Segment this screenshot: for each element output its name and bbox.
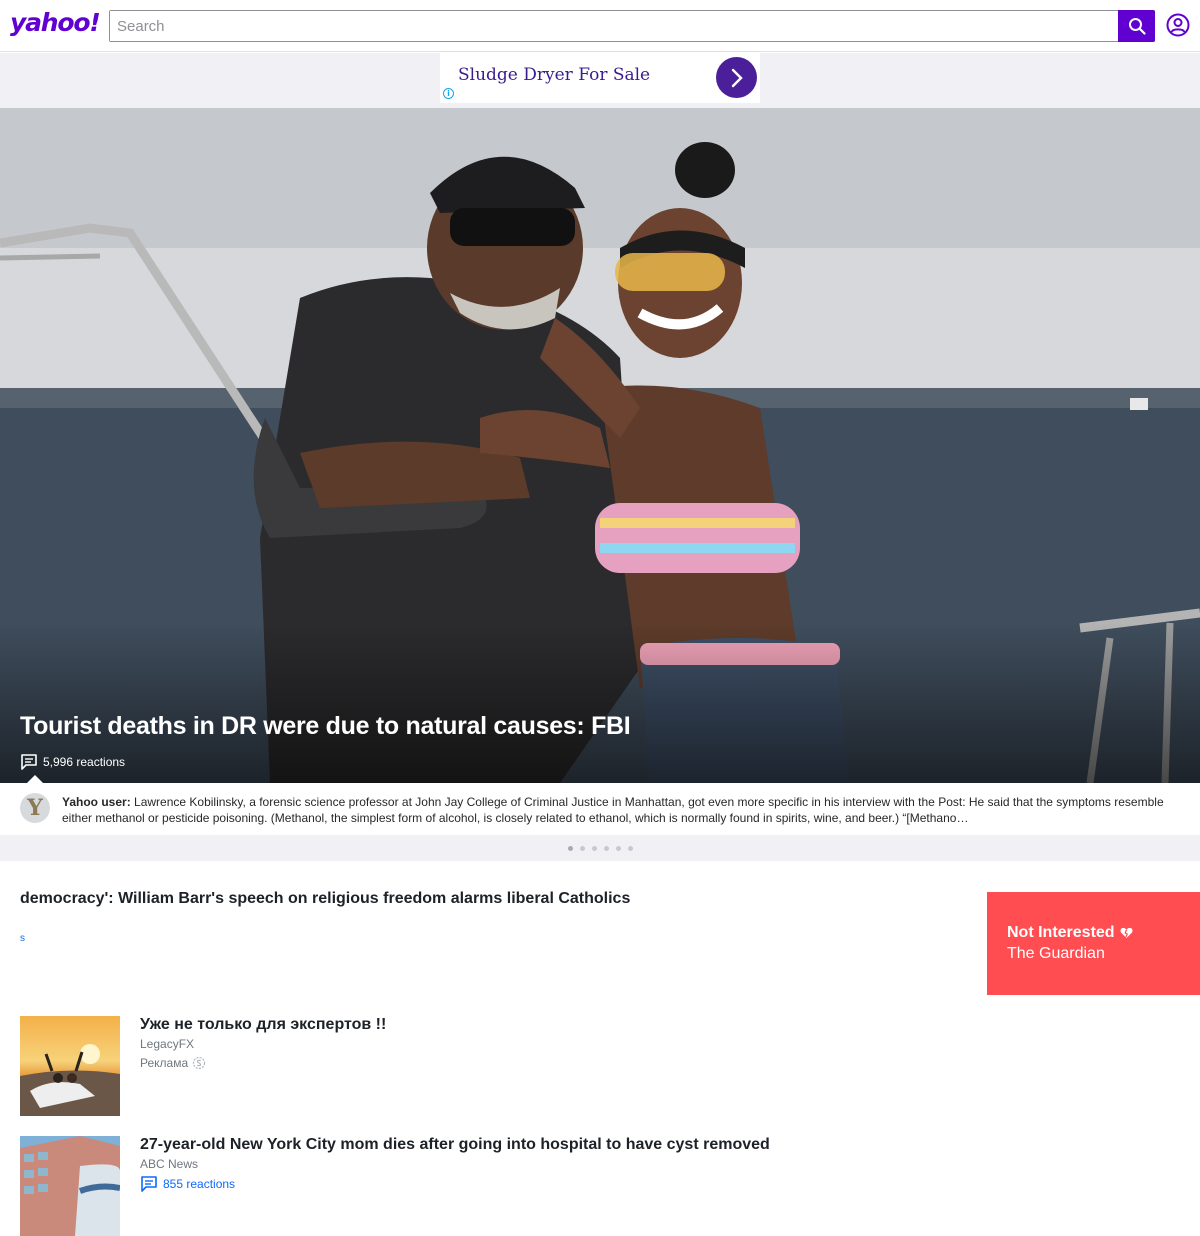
list-item-title[interactable]: Уже не только для экспертов !! bbox=[140, 1016, 386, 1034]
not-interested-label-row: Not Interested bbox=[1007, 924, 1200, 942]
yahoo-logo[interactable]: yahoo! bbox=[10, 8, 101, 37]
hero-headline[interactable]: Tourist deaths in DR were due to natural… bbox=[20, 712, 631, 741]
swiped-story-source: s bbox=[20, 933, 25, 944]
carousel-dot[interactable] bbox=[627, 845, 633, 851]
sponsored-label: Реклама bbox=[140, 1056, 206, 1070]
not-interested-label: Not Interested bbox=[1007, 924, 1115, 941]
list-item-title[interactable]: 27-year-old New York City mom dies after… bbox=[140, 1136, 770, 1154]
ad-text[interactable]: Sludge Dryer For Sale bbox=[458, 65, 650, 85]
swiped-story-title[interactable]: democracy': William Barr's speech on rel… bbox=[20, 890, 630, 908]
hero-gradient bbox=[0, 623, 1200, 783]
avatar: Y bbox=[20, 793, 50, 823]
comment-text: Yahoo user: Lawrence Kobilinsky, a foren… bbox=[62, 794, 1182, 826]
hospital-building-image bbox=[20, 1136, 120, 1236]
search-input[interactable] bbox=[110, 11, 1118, 41]
profile-icon[interactable] bbox=[1166, 13, 1190, 37]
not-interested-panel[interactable]: Not Interested The Guardian bbox=[987, 892, 1200, 995]
list-item-source: ABC News bbox=[140, 1157, 199, 1171]
thumbnail bbox=[20, 1136, 120, 1236]
list-item-reactions[interactable]: 855 reactions bbox=[140, 1175, 235, 1193]
broken-heart-icon bbox=[1120, 927, 1133, 938]
carousel-dot[interactable] bbox=[567, 845, 573, 851]
chevron-right-icon bbox=[731, 68, 743, 87]
list-item-source: LegacyFX bbox=[140, 1037, 195, 1051]
not-interested-source: The Guardian bbox=[1007, 945, 1105, 962]
sponsored-icon bbox=[193, 1056, 206, 1070]
carousel-dot[interactable] bbox=[579, 845, 585, 851]
comment-author: Yahoo user: bbox=[62, 795, 131, 809]
top-header: yahoo! bbox=[0, 0, 1200, 52]
search-icon bbox=[1128, 18, 1146, 35]
hero-reactions[interactable]: 5,996 reactions bbox=[20, 753, 125, 771]
search-bar bbox=[109, 10, 1155, 42]
carousel-dot[interactable] bbox=[603, 845, 609, 851]
comment-icon bbox=[141, 1176, 157, 1192]
comment-pointer bbox=[27, 775, 43, 783]
reactions-count: 855 reactions bbox=[163, 1177, 236, 1191]
ad-info-icon[interactable]: i bbox=[443, 88, 454, 99]
list-item[interactable]: Уже не только для экспертов !! LegacyFX … bbox=[20, 1016, 1180, 1116]
sunset-car-image bbox=[20, 1016, 120, 1116]
list-item[interactable]: 27-year-old New York City mom dies after… bbox=[20, 1136, 1180, 1236]
carousel-dot[interactable] bbox=[615, 845, 621, 851]
sponsored-text: Реклама bbox=[140, 1056, 189, 1070]
ad-banner[interactable]: Sludge Dryer For Sale i bbox=[440, 53, 760, 103]
ad-arrow-button[interactable] bbox=[716, 57, 757, 98]
comment-body: Lawrence Kobilinsky, a forensic science … bbox=[62, 795, 1164, 825]
carousel-dots bbox=[0, 835, 1200, 861]
thumbnail bbox=[20, 1016, 120, 1116]
search-button[interactable] bbox=[1118, 10, 1155, 42]
avatar-letter: Y bbox=[27, 795, 43, 821]
hero-story[interactable]: Tourist deaths in DR were due to natural… bbox=[0, 108, 1200, 783]
comment-icon bbox=[21, 754, 37, 770]
carousel-dot[interactable] bbox=[591, 845, 597, 851]
ad-strip: Sludge Dryer For Sale i bbox=[0, 53, 1200, 108]
featured-comment[interactable]: Y Yahoo user: Lawrence Kobilinsky, a for… bbox=[0, 783, 1200, 835]
hero-reactions-count: 5,996 reactions bbox=[43, 755, 126, 769]
